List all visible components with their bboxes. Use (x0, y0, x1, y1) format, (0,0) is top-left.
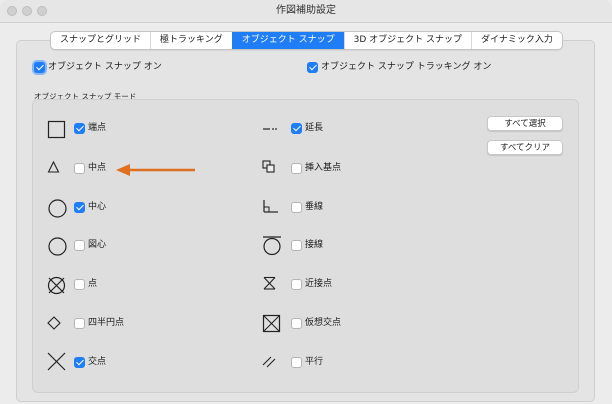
nearest-label: 近接点 (305, 279, 333, 289)
apparent-intersection-checkbox[interactable] (291, 318, 302, 329)
tangent-label: 接線 (305, 240, 324, 250)
tab-3d-object-snap[interactable]: 3D オブジェクト スナップ (343, 32, 471, 49)
insertion-checkbox[interactable] (291, 163, 302, 174)
tab-dynamic-input[interactable]: ダイナミック入力 (471, 32, 562, 49)
intersection-icon (47, 352, 66, 371)
tangent-checkbox[interactable] (291, 240, 302, 251)
endpoint-checkbox[interactable] (74, 123, 85, 134)
extension-checkbox[interactable] (291, 123, 302, 134)
tangent-icon (263, 236, 281, 256)
clear-all-button[interactable]: すべてクリア (487, 140, 563, 155)
tab-bar: スナップとグリッド 極トラッキング オブジェクト スナップ 3D オブジェクト … (50, 31, 563, 50)
nearest-checkbox[interactable] (291, 279, 302, 290)
endpoint-label: 端点 (88, 123, 107, 133)
tab-polar-tracking[interactable]: 極トラッキング (150, 32, 232, 49)
endpoint-icon (47, 120, 66, 139)
parallel-label: 平行 (305, 357, 324, 367)
perpendicular-label: 垂線 (305, 202, 324, 212)
intersection-label: 交点 (88, 357, 107, 367)
nearest-icon (263, 276, 276, 290)
center-label: 中心 (88, 202, 107, 212)
osnap-on-checkbox[interactable] (34, 62, 45, 73)
window-title: 作図補助設定 (276, 5, 336, 16)
node-checkbox[interactable] (74, 279, 85, 290)
centroid-checkbox[interactable] (74, 240, 85, 251)
osnap-tracking-on-label: オブジェクト スナップ トラッキング オン (321, 62, 492, 72)
osnap-on-label: オブジェクト スナップ オン (48, 62, 162, 72)
quadrant-icon (47, 316, 61, 330)
quadrant-checkbox[interactable] (74, 318, 85, 329)
title-bar: 作図補助設定 (0, 0, 612, 23)
node-icon (47, 276, 66, 295)
apparent-intersection-label: 仮想交点 (305, 318, 342, 328)
midpoint-checkbox[interactable] (74, 163, 85, 174)
intersection-checkbox[interactable] (74, 357, 85, 368)
extension-label: 延長 (305, 123, 324, 133)
dialog-window: 作図補助設定 スナップとグリッド 極トラッキング オブジェクト スナップ 3D … (0, 0, 612, 404)
perpendicular-icon (263, 200, 278, 213)
apparent-intersection-icon (262, 314, 281, 333)
quadrant-label: 四半円点 (88, 318, 125, 328)
midpoint-label: 中点 (88, 163, 107, 173)
centroid-label: 図心 (88, 240, 107, 250)
insertion-label: 挿入基点 (305, 163, 342, 173)
center-checkbox[interactable] (74, 202, 85, 213)
parallel-icon (262, 356, 276, 368)
extension-icon (263, 128, 277, 130)
perpendicular-checkbox[interactable] (291, 202, 302, 213)
select-all-button[interactable]: すべて選択 (487, 116, 563, 131)
osnap-tracking-on-checkbox[interactable] (307, 62, 318, 73)
parallel-checkbox[interactable] (291, 357, 302, 368)
midpoint-icon (47, 160, 60, 173)
center-icon (48, 199, 67, 218)
node-label: 点 (88, 279, 98, 289)
insertion-icon (262, 160, 275, 173)
tab-snap-and-grid[interactable]: スナップとグリッド (51, 32, 150, 49)
pointer-arrow-icon (116, 164, 195, 176)
tab-object-snap[interactable]: オブジェクト スナップ (231, 32, 344, 49)
centroid-icon (48, 237, 67, 256)
